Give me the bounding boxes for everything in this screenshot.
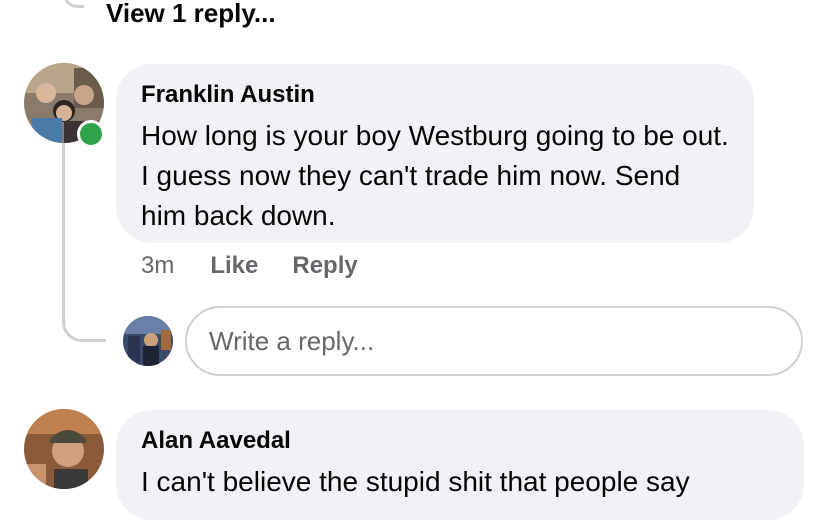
online-status-indicator — [77, 120, 105, 148]
comment-bubble: Alan Aavedal I can't believe the stupid … — [116, 410, 804, 520]
reply-input[interactable] — [209, 308, 769, 374]
comment-text: I can't believe the stupid shit that peo… — [141, 466, 690, 497]
comment-bubble: Franklin Austin How long is your boy Wes… — [116, 64, 754, 243]
reply-input-container[interactable] — [185, 306, 803, 376]
comment-actions: 3m Like Reply — [141, 252, 392, 280]
avatar[interactable] — [24, 409, 104, 489]
comment-text: How long is your boy Westburg going to b… — [141, 120, 729, 231]
current-user-avatar — [123, 316, 173, 366]
comment-author[interactable]: Alan Aavedal — [141, 426, 779, 456]
reply-button[interactable]: Reply — [292, 252, 357, 280]
comment-author[interactable]: Franklin Austin — [141, 80, 729, 110]
thread-connector-curve — [62, 300, 106, 342]
like-button[interactable]: Like — [210, 252, 258, 280]
thread-connector-line — [62, 142, 65, 322]
thread-connector-top — [62, 0, 84, 8]
view-replies-link[interactable]: View 1 reply... — [106, 0, 276, 29]
comment-timestamp[interactable]: 3m — [141, 252, 174, 280]
